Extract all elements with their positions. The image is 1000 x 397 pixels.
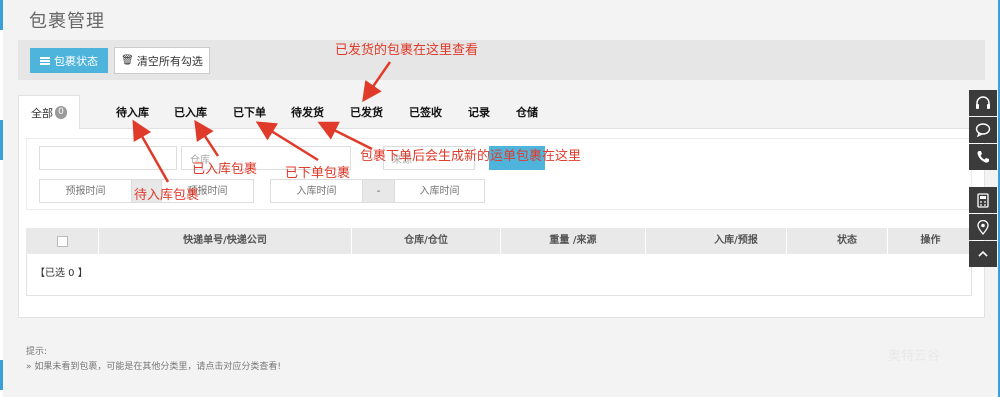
tab-all[interactable]: 全部 0 [18, 95, 80, 129]
tab-all-label: 全部 [31, 106, 53, 120]
arrow-pending-inbound [132, 119, 170, 183]
annotation-new-waybill: 包裹下单后会生成新的运单包裹在这里 [360, 149, 582, 164]
tab-all-count-badge: 0 [55, 106, 67, 119]
annotation-ordered: 已下单包裹 [285, 166, 351, 181]
arrow-ordered [255, 121, 319, 162]
arrow-shipped [362, 61, 392, 103]
annotation-shipped: 已发货的包裹在这里查看 [335, 43, 479, 58]
annotation-pending-inbound: 待入库包裹 [134, 188, 200, 203]
arrow-in-stock [194, 119, 220, 157]
annotation-in-stock: 已入库包裹 [192, 162, 258, 177]
